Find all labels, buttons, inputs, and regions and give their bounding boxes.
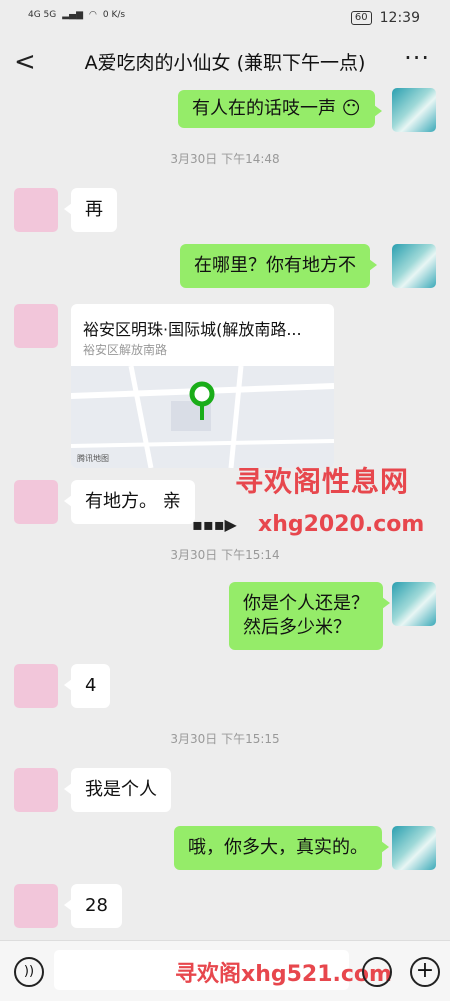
message-text: 再 (85, 199, 103, 220)
watermark-text: 寻欢阁性息网 (235, 465, 410, 498)
message-bubble-out[interactable]: 有人在的话吱一声 😶 (178, 90, 381, 128)
watermark-url: xhg2020.com (258, 512, 425, 537)
emoji-icon[interactable] (362, 957, 392, 987)
message-bubble-in[interactable]: 4 (63, 664, 111, 708)
input-bar: )) 寻欢阁xhg521.com + (0, 940, 450, 1001)
time-label: 12:39 (379, 10, 420, 26)
chat-header: < A爱吃肉的小仙女 (兼职下午一点) ··· (0, 38, 450, 84)
message-text: 4 (85, 675, 97, 696)
message-text-line2: 然后多少米？ (243, 617, 351, 638)
message-bubble-out[interactable]: 哦，你多大，真实的。 (174, 826, 389, 870)
location-title: 裕安区明珠·国际城(解放南路... (83, 320, 302, 339)
chat-title: A爱吃肉的小仙女 (兼职下午一点) (84, 52, 366, 74)
network-status: 4G 5G ▂▄▆ ◠ 0 K/s (28, 10, 125, 20)
more-options-icon[interactable]: ··· (404, 44, 430, 72)
avatar-contact[interactable] (14, 188, 58, 232)
emoji-sticker-icon: 😶 (341, 98, 361, 119)
map-pin-icon (189, 381, 215, 407)
message-bubble-out[interactable]: 在哪里？你有地方不 (180, 244, 377, 288)
map-graphic (71, 366, 334, 468)
location-subtitle: 裕安区解放南路 (83, 343, 168, 357)
back-icon[interactable]: < (14, 47, 36, 77)
timestamp: 3月30日 下午15:14 (170, 548, 280, 562)
message-text: 有人在的话吱一声 (192, 98, 336, 119)
message-bubble-in[interactable]: 再 (64, 188, 117, 232)
message-text: 我是个人 (85, 779, 157, 800)
timestamp: 3月30日 下午15:15 (170, 732, 280, 746)
message-bubble-out[interactable]: 你是个人还是？ 然后多少米？ (229, 582, 390, 650)
message-bubble-in[interactable]: 有地方。 亲 (64, 480, 195, 524)
speed-label: 0 K/s (102, 10, 126, 20)
avatar-contact[interactable] (14, 480, 58, 524)
avatar-self[interactable] (392, 582, 436, 626)
plus-icon[interactable]: + (410, 957, 440, 987)
status-bar: 4G 5G ▂▄▆ ◠ 0 K/s 60 12:39 (0, 0, 450, 38)
avatar-contact[interactable] (14, 664, 58, 708)
message-bubble-in[interactable]: 我是个人 (64, 768, 171, 812)
message-text: 28 (85, 895, 108, 916)
avatar-contact[interactable] (14, 884, 58, 928)
message-bubble-in[interactable]: 28 (64, 884, 122, 928)
signal-icon: ▂▄▆ (62, 10, 84, 20)
avatar-contact[interactable] (14, 304, 58, 348)
arrow-icon: ▪▪▪▶ (192, 515, 237, 534)
location-map[interactable]: 腾讯地图 (71, 366, 334, 468)
avatar-self[interactable] (392, 88, 436, 132)
location-card[interactable]: 裕安区明珠·国际城(解放南路... 裕安区解放南路 腾讯地图 (71, 304, 334, 468)
map-credit: 腾讯地图 (77, 454, 109, 463)
message-text: 在哪里？你有地方不 (194, 255, 356, 276)
avatar-self[interactable] (392, 826, 436, 870)
timestamp: 3月30日 下午14:48 (170, 152, 280, 166)
network-label: 4G 5G (28, 10, 57, 20)
voice-icon[interactable]: )) (14, 957, 44, 987)
message-text: 哦，你多大，真实的。 (188, 837, 368, 858)
message-text: 你是个人还是？ (243, 593, 369, 614)
battery-indicator: 60 (350, 11, 372, 25)
avatar-self[interactable] (392, 244, 436, 288)
watermark-bottom: 寻欢阁xhg521.com (175, 962, 392, 987)
wifi-icon: ◠ (89, 10, 97, 20)
message-text: 有地方。 亲 (85, 491, 181, 512)
avatar-contact[interactable] (14, 768, 58, 812)
